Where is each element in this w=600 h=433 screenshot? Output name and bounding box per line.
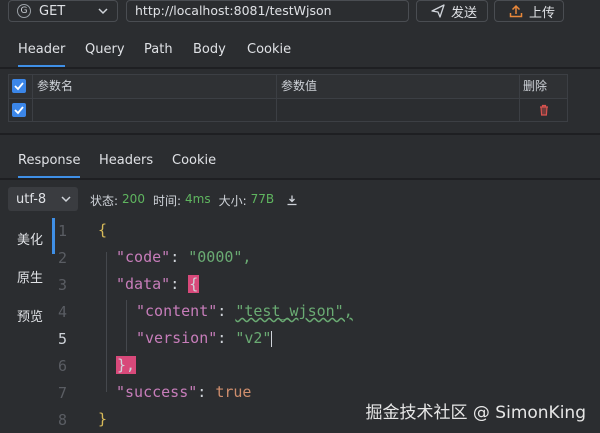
code-line: "data": { bbox=[116, 275, 200, 293]
code-line: "success": true bbox=[116, 383, 252, 401]
json-bracket: { bbox=[98, 221, 108, 239]
tab-response[interactable]: Response bbox=[18, 153, 81, 178]
param-value-cell[interactable] bbox=[281, 99, 521, 122]
url-input[interactable]: http://localhost:8081/testWjson bbox=[126, 0, 409, 22]
table-divider bbox=[32, 75, 33, 122]
tab-header[interactable]: Header bbox=[18, 42, 66, 67]
send-icon bbox=[431, 4, 445, 18]
json-bracket-match: { bbox=[188, 275, 200, 293]
response-status-bar: 状态: 200 时间: 4ms 大小: 77B bbox=[90, 192, 298, 209]
table-header-row: 参数名 参数值 删除 bbox=[9, 75, 567, 99]
row-checkbox[interactable] bbox=[12, 103, 26, 117]
send-label: 发送 bbox=[451, 5, 478, 21]
json-value: "v2" bbox=[235, 329, 272, 347]
check-icon bbox=[14, 106, 24, 115]
line-number: 4 bbox=[58, 303, 68, 321]
chevron-down-icon bbox=[98, 8, 108, 15]
trash-icon[interactable] bbox=[538, 104, 550, 116]
table-divider bbox=[519, 75, 520, 122]
json-bracket: } bbox=[98, 410, 108, 428]
tab-path[interactable]: Path bbox=[144, 42, 173, 57]
line-number: 1 bbox=[58, 222, 68, 240]
active-view-indicator bbox=[52, 218, 55, 254]
json-value: "test_wjson", bbox=[235, 302, 353, 320]
json-key: "version" bbox=[136, 329, 218, 347]
method-select[interactable]: G GET bbox=[8, 0, 118, 22]
status-label: 状态: bbox=[90, 194, 119, 208]
divider bbox=[0, 133, 600, 135]
column-header-value: 参数值 bbox=[281, 79, 318, 93]
code-line: }, bbox=[116, 356, 137, 374]
encoding-label: utf-8 bbox=[16, 191, 47, 207]
upload-icon bbox=[509, 4, 523, 18]
size-value: 77B bbox=[250, 192, 275, 206]
column-header-delete: 删除 bbox=[523, 79, 548, 93]
code-line: } bbox=[98, 410, 107, 428]
json-key: "success" bbox=[116, 383, 198, 401]
time-value: 4ms bbox=[185, 192, 211, 206]
upload-button[interactable]: 上传 bbox=[494, 0, 564, 22]
line-number: 7 bbox=[58, 384, 68, 402]
params-table: 参数名 参数值 删除 bbox=[8, 74, 568, 122]
param-name-cell[interactable] bbox=[37, 99, 277, 122]
json-key: "content" bbox=[136, 302, 218, 320]
indent-guide bbox=[106, 252, 107, 392]
check-icon bbox=[14, 82, 24, 91]
watermark: 掘金技术社区 @ SimonKing bbox=[365, 403, 587, 423]
line-number: 3 bbox=[58, 276, 68, 294]
code-line: "version": "v2" bbox=[136, 329, 273, 347]
chevron-down-icon bbox=[61, 196, 71, 203]
tab-query[interactable]: Query bbox=[85, 42, 125, 57]
method-icon: G bbox=[17, 4, 31, 18]
upload-label: 上传 bbox=[529, 5, 556, 21]
divider bbox=[0, 67, 600, 69]
line-number: 6 bbox=[58, 357, 68, 375]
encoding-select[interactable]: utf-8 bbox=[8, 187, 78, 211]
method-label: GET bbox=[39, 3, 66, 19]
divider bbox=[0, 178, 600, 180]
json-bracket-match: }, bbox=[116, 356, 137, 374]
json-value: "0000", bbox=[188, 248, 252, 266]
code-line: "content": "test_wjson", bbox=[136, 302, 353, 320]
time-label: 时间: bbox=[152, 194, 181, 208]
table-divider bbox=[276, 75, 277, 122]
line-number: 5 bbox=[58, 330, 68, 348]
line-number: 8 bbox=[58, 411, 68, 429]
tab-cookie[interactable]: Cookie bbox=[247, 42, 291, 57]
text-cursor bbox=[271, 330, 273, 347]
tab-response-headers[interactable]: Headers bbox=[99, 153, 153, 168]
json-key: "code" bbox=[116, 248, 171, 266]
json-key: "data" bbox=[116, 275, 171, 293]
json-value: true bbox=[215, 383, 252, 401]
size-label: 大小: bbox=[218, 194, 247, 208]
indent-guide bbox=[126, 300, 127, 352]
download-icon[interactable] bbox=[286, 194, 298, 206]
status-value: 200 bbox=[122, 192, 145, 206]
select-all-checkbox[interactable] bbox=[12, 79, 26, 93]
code-line: "code": "0000", bbox=[116, 248, 252, 266]
tab-body[interactable]: Body bbox=[193, 42, 226, 57]
send-button[interactable]: 发送 bbox=[416, 0, 488, 22]
line-number: 2 bbox=[58, 249, 68, 267]
code-line: { bbox=[98, 221, 107, 239]
table-row bbox=[9, 99, 567, 122]
tab-response-cookie[interactable]: Cookie bbox=[172, 153, 216, 168]
column-header-name: 参数名 bbox=[37, 79, 74, 93]
